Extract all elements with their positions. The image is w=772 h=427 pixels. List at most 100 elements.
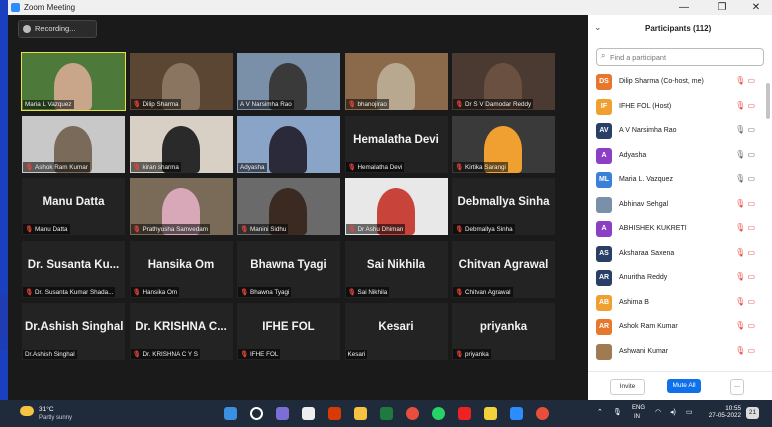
file-icon[interactable] — [302, 407, 315, 420]
participant-row[interactable]: Ashwani Kumar 🎙 ▭ — [588, 340, 763, 365]
wifi-icon[interactable]: ◠ — [655, 408, 661, 416]
tile-display-name: Dr.Ashish Singhal — [25, 321, 124, 333]
participant-row[interactable]: A Adyasha 🎙 ▭ — [588, 144, 763, 169]
notification-badge[interactable]: 21 — [746, 407, 759, 419]
video-tile[interactable]: Hemalatha Devi 🎙 Hemalatha Devi — [344, 115, 448, 173]
file-explorer-icon[interactable] — [354, 407, 367, 420]
video-tile[interactable]: Maria L Vazquez — [21, 52, 126, 111]
participant-list: DS Dilip Sharma (Co-host, me) 🎙 ▭ IF IFHE FO… — [588, 70, 763, 364]
participant-status-icons: 🎙 ▭ — [735, 223, 755, 232]
participant-search-input[interactable]: ⌕ Find a participant — [596, 48, 764, 66]
participant-status-icons: 🎙 ▭ — [735, 199, 755, 208]
tile-display-name: IFHE FOL — [262, 321, 315, 333]
start-icon[interactable] — [224, 407, 237, 420]
title-bar: Zoom Meeting — ❐ ✕ — [8, 0, 772, 15]
chrome-icon[interactable] — [406, 407, 419, 420]
participant-row[interactable]: A ABHISHEK KUKRETI 🎙 ▭ — [588, 217, 763, 242]
media-player-icon[interactable] — [536, 407, 549, 420]
participant-status-icons: 🎙 ▭ — [735, 150, 755, 159]
video-tile[interactable]: 🎙 Dilip Sharma — [129, 53, 233, 110]
avatar: AV — [596, 123, 612, 139]
participant-row[interactable]: ML Maria L. Vazquez 🎙 ▭ — [588, 168, 763, 193]
zoom-taskbar-icon[interactable] — [510, 407, 523, 420]
search-taskbar-icon[interactable] — [250, 407, 263, 420]
video-tile[interactable]: Dr.Ashish Singhal Dr.Ashish Singhal — [22, 303, 125, 360]
video-tile[interactable]: 🎙 Kirtika Sarangi — [452, 115, 555, 173]
video-tile[interactable]: Manu Datta 🎙 Manu Datta — [22, 178, 125, 235]
participant-row[interactable]: AS Aksharaa Saxena 🎙 ▭ — [588, 242, 763, 267]
participant-row[interactable]: Abhinav Sehgal 🎙 ▭ — [588, 193, 763, 218]
participant-row[interactable]: AR Ashok Ram Kumar 🎙 ▭ — [588, 315, 763, 340]
participant-status-icons: 🎙 ▭ — [735, 346, 755, 355]
mic-tray-icon[interactable]: 🎙 — [613, 408, 622, 416]
chevron-up-icon[interactable]: ⌃ — [597, 408, 603, 416]
video-tile[interactable]: 🎙 Manini Sidhu — [237, 178, 340, 235]
muted-mic-icon: 🎙 — [735, 272, 746, 281]
teams-icon[interactable] — [276, 407, 289, 420]
participant-row[interactable]: AR Anuritha Reddy 🎙 ▭ — [588, 266, 763, 291]
video-tile[interactable]: Sai Nikhila 🎙 Sai Nikhila — [344, 240, 448, 298]
avatar — [596, 196, 612, 213]
avatar: AS — [596, 245, 612, 262]
mute-all-button[interactable]: Mute All — [667, 379, 701, 393]
video-tile[interactable]: 🎙 Prathyusha Samvedam — [129, 178, 233, 235]
video-tile[interactable]: Chitvan Agrawal 🎙 Chitvan Agrawal — [452, 240, 555, 298]
tile-label-text: priyanka — [465, 351, 489, 358]
excel-icon[interactable] — [380, 407, 393, 420]
tile-label-text: Dr S V Damodar Reddy — [465, 101, 532, 108]
avatar — [596, 343, 612, 360]
more-options-button[interactable]: ... — [730, 379, 744, 395]
video-tile[interactable]: 🎙 Dr S V Damodar Reddy — [452, 53, 555, 110]
participant-row[interactable]: IF IFHE FOL (Host) 🎙 ▭ — [588, 95, 763, 120]
volume-icon[interactable]: ◂) — [670, 408, 676, 416]
participant-name: Aksharaa Saxena — [619, 249, 675, 257]
tile-name-label: Maria L Vazquez — [23, 100, 74, 109]
participant-status-icons: 🎙 ▭ — [735, 125, 755, 134]
sticky-notes-icon[interactable] — [484, 407, 497, 420]
whatsapp-icon[interactable] — [432, 407, 445, 420]
muted-mic-icon: 🎙 — [455, 226, 463, 233]
participant-status-icons: 🎙 ▭ — [735, 248, 755, 257]
tile-label-text: Debmallya Sinha — [465, 226, 513, 233]
video-tile[interactable]: Hansika Om 🎙 Hansika Om — [129, 240, 233, 298]
mic-icon: 🎙 — [735, 149, 746, 159]
minimize-button[interactable]: — — [670, 1, 698, 14]
chevron-down-icon[interactable]: ⌄ — [594, 22, 602, 33]
video-tile[interactable]: Bhawna Tyagi 🎙 Bhawna Tyagi — [237, 240, 340, 298]
video-tile[interactable]: Dr. Susanta Ku... 🎙 Dr. Susanta Kumar Shad… — [22, 240, 125, 298]
tile-label-text: Dr Ashu Dhiman — [357, 226, 404, 233]
video-tile[interactable]: 🎙 Ashok Ram Kumar — [22, 115, 125, 173]
participant-list-scrollbar[interactable] — [766, 83, 770, 119]
battery-icon[interactable]: ▭ — [686, 408, 693, 416]
video-tile[interactable]: priyanka 🎙 priyanka — [452, 303, 555, 360]
tile-display-name: Bhawna Tyagi — [250, 258, 327, 271]
tile-label-text: Adyasha — [240, 163, 265, 171]
system-clock[interactable]: 10:55 27-05-2022 — [701, 405, 741, 419]
video-tile[interactable]: Dr. KRISHNA C... 🎙 Dr. KRISHNA C Y S — [129, 303, 233, 360]
language-indicator[interactable]: ENG — [632, 405, 645, 411]
camera-icon: ▭ — [745, 174, 755, 183]
muted-mic-icon: 🎙 — [347, 163, 356, 171]
video-tile[interactable]: IFHE FOL 🎙 IFHE FOL — [237, 303, 340, 360]
tile-name-label: 🎙 Manini Sidhu — [238, 224, 289, 234]
tile-label-text: Prathyusha Samvedam — [142, 226, 208, 233]
maximize-button[interactable]: ❐ — [708, 1, 736, 14]
video-tile[interactable]: 🎙 bhanojirao — [344, 53, 448, 110]
participant-row[interactable]: DS Dilip Sharma (Co-host, me) 🎙 ▭ — [588, 70, 763, 95]
close-button[interactable]: ✕ — [742, 1, 770, 14]
participant-row[interactable]: AV A V Narsimha Rao 🎙 ▭ — [588, 119, 763, 144]
participant-row[interactable]: AB Ashima B 🎙 ▭ — [588, 291, 763, 316]
video-tile[interactable]: 🎙 kiran sharma — [129, 115, 233, 173]
pdf-reader-icon[interactable] — [458, 407, 471, 420]
video-tile[interactable]: A V Narsimha Rao — [237, 53, 340, 110]
invite-button[interactable]: Invite — [610, 379, 645, 395]
weather-icon[interactable] — [20, 406, 34, 416]
recording-indicator[interactable]: Recording... — [18, 20, 97, 38]
tile-display-name: Kesari — [378, 321, 414, 333]
tile-label-text: Dilip Sharma — [142, 101, 179, 108]
video-tile[interactable]: 🎙 Dr Ashu Dhiman — [344, 178, 448, 235]
video-tile[interactable]: Adyasha — [237, 115, 340, 173]
video-tile[interactable]: Kesari Kesari — [344, 303, 448, 360]
office-icon[interactable] — [328, 407, 341, 420]
video-tile[interactable]: Debmallya Sinha 🎙 Debmallya Sinha — [452, 178, 555, 235]
